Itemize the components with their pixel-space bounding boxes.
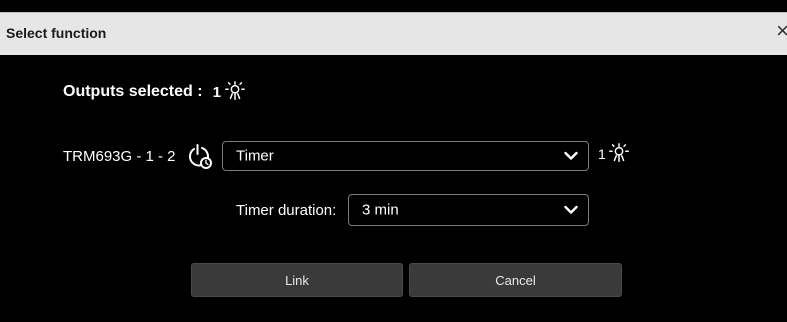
link-button[interactable]: Link [191,263,403,297]
chevron-down-icon [564,205,578,214]
timer-duration-value: 3 min [362,201,399,219]
select-function-dialog: Select function × Outputs selected : 1 T… [0,0,787,322]
light-icon [608,143,629,163]
device-output-count: 1 [598,143,630,165]
timer-power-icon [189,144,212,169]
light-icon [225,81,245,101]
device-output-count-value: 1 [598,146,606,162]
outputs-selected-count: 1 [212,83,221,101]
close-icon[interactable]: × [776,20,787,42]
cancel-button[interactable]: Cancel [409,263,622,297]
function-select[interactable]: Timer [222,141,589,171]
outputs-selected-row: Outputs selected : 1 [63,81,246,103]
outputs-selected-label: Outputs selected : [63,83,203,100]
dialog-title: Select function [6,25,107,41]
dialog-titlebar: Select function × [0,12,787,55]
timer-duration-select[interactable]: 3 min [348,194,589,226]
chevron-down-icon [564,151,578,160]
function-select-value: Timer [236,147,274,165]
device-name-label: TRM693G - 1 - 2 [63,148,176,165]
timer-duration-label: Timer duration: [236,202,337,219]
